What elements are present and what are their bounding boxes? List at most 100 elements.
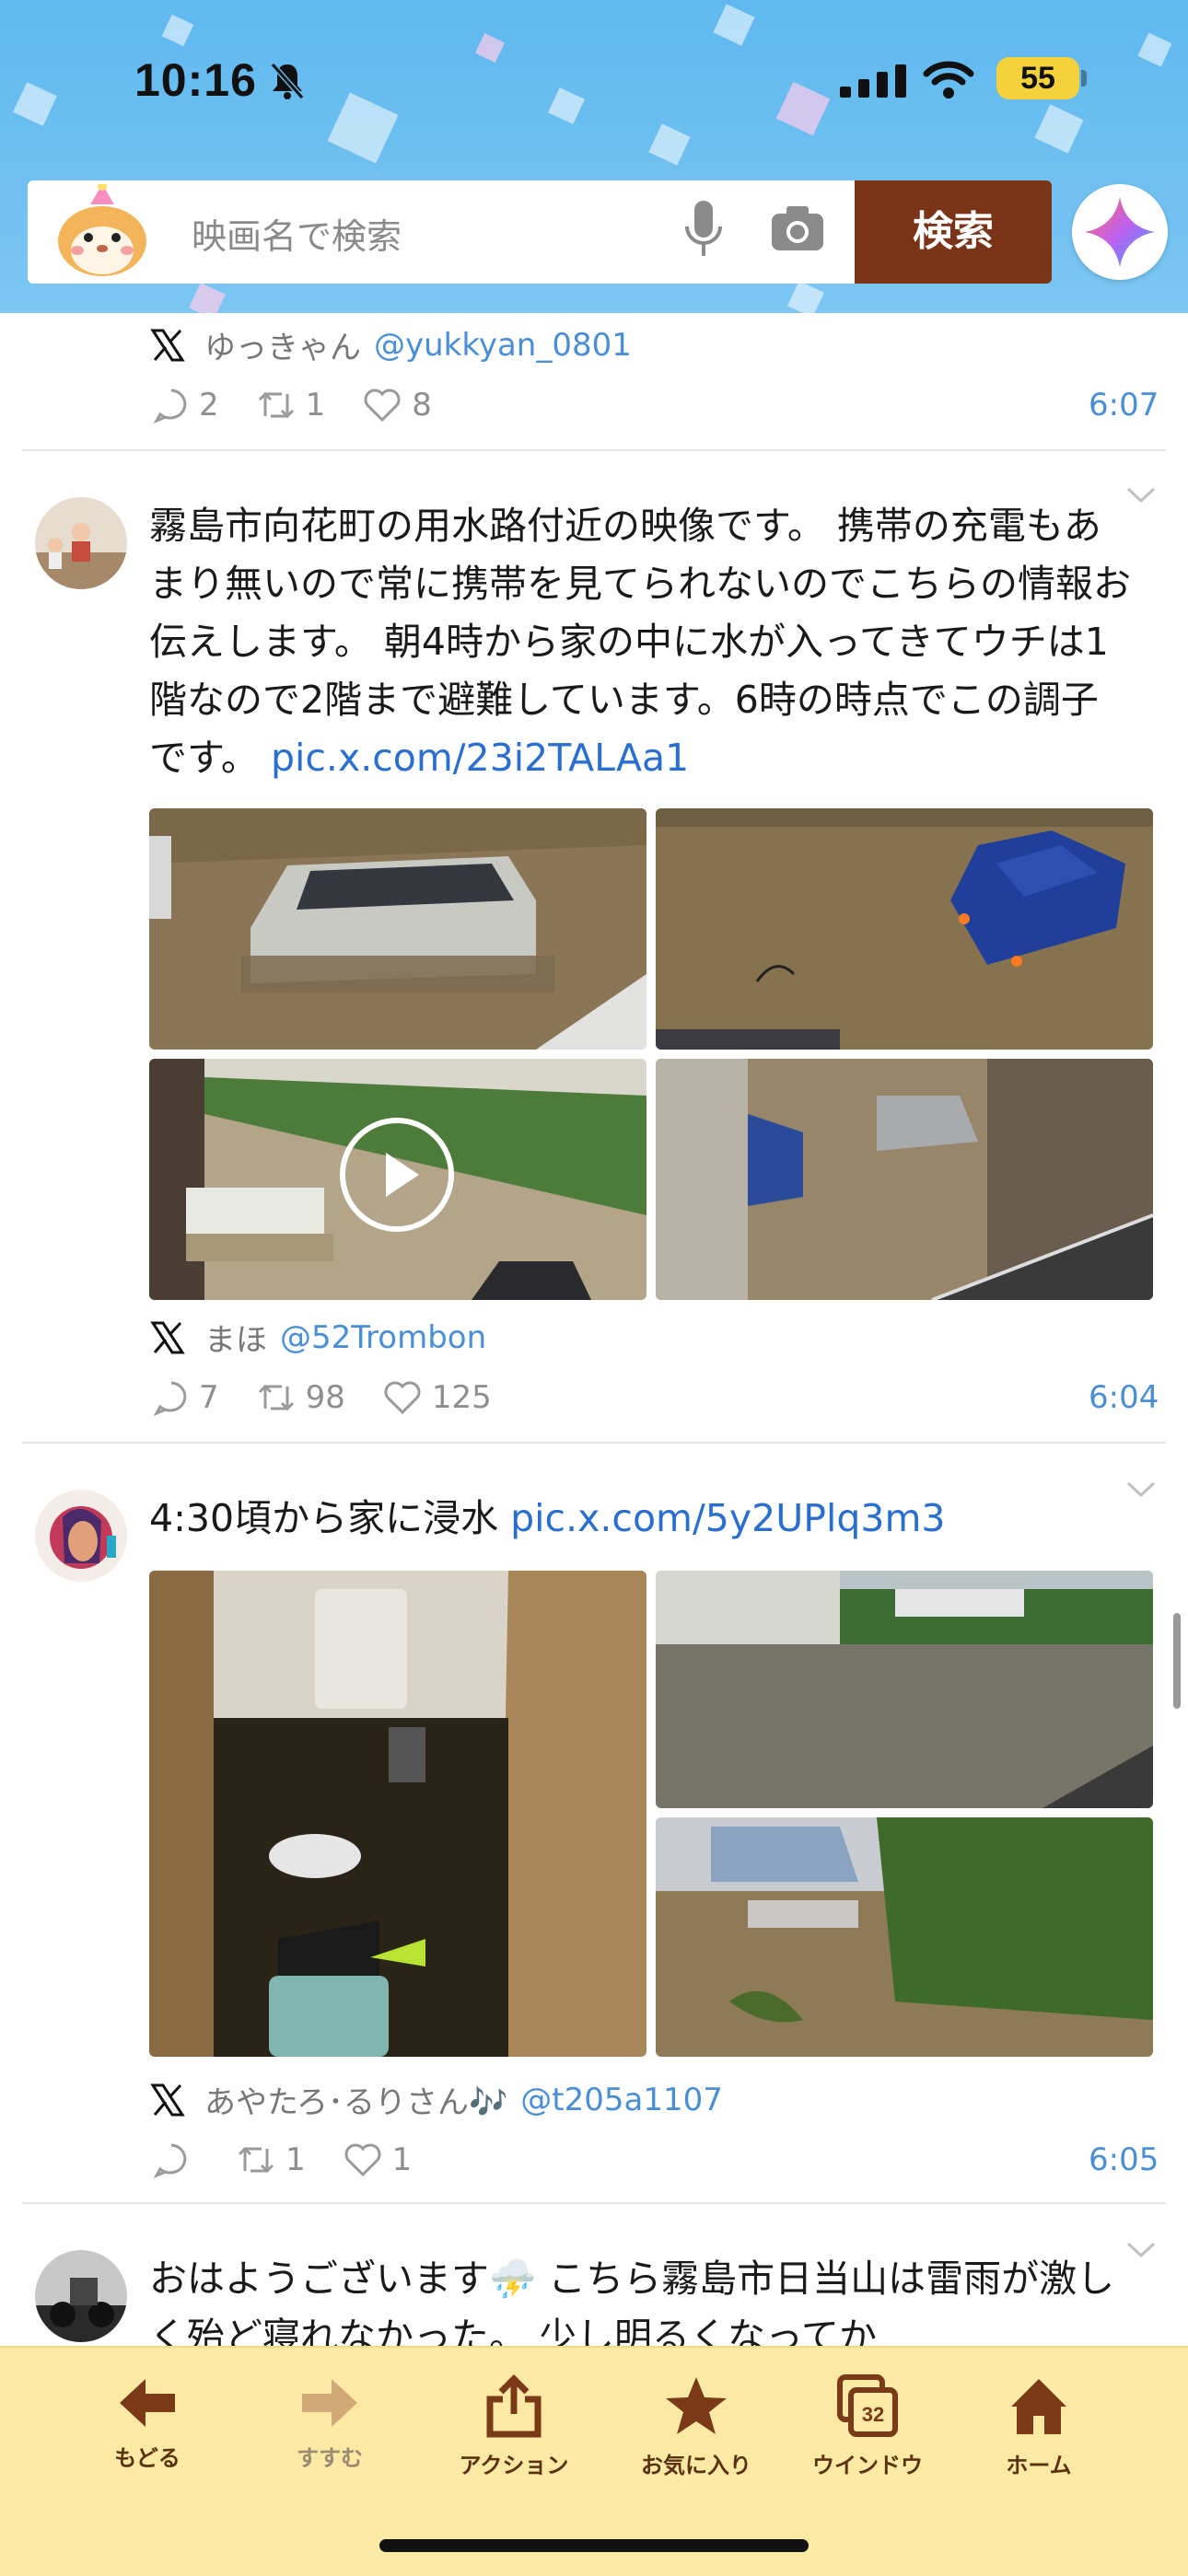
flooded-van-image [149, 808, 646, 1050]
battery-level: 55 [996, 57, 1079, 99]
avatar[interactable] [35, 2250, 127, 2342]
play-button[interactable] [340, 1118, 454, 1232]
like-action[interactable]: 125 [382, 1379, 492, 1416]
search-button[interactable]: 検索 [855, 180, 1052, 284]
post-image[interactable] [656, 1571, 1153, 1808]
post-image[interactable] [149, 808, 646, 1050]
post-source[interactable]: まほ @52Trombon [149, 1315, 486, 1360]
browser-header: 10:16 55 映画名で検索 検索 [0, 0, 1188, 313]
post-divider [22, 1442, 1166, 1444]
heart-icon [344, 2143, 381, 2177]
avatar[interactable] [35, 1490, 127, 1582]
repost-icon [238, 2146, 274, 2174]
arrow-right-icon [302, 2379, 357, 2427]
author-handle[interactable]: @52Trombon [280, 1319, 486, 1356]
sparkle-icon [1085, 197, 1155, 267]
author-handle[interactable]: @t205a1107 [520, 2082, 723, 2118]
author-handle[interactable]: @yukkyan_0801 [374, 327, 632, 364]
post-time[interactable]: 6:04 [1089, 1379, 1159, 1416]
heart-icon [364, 389, 401, 423]
back-label: もどる [114, 2445, 181, 2471]
repost-icon [258, 1384, 294, 1411]
avatar-image [35, 1490, 127, 1582]
reply-count: 7 [199, 1379, 219, 1416]
post-actions: 2 1 8 [153, 387, 469, 424]
post-source[interactable]: ゆっきゃん @yukkyan_0801 [149, 322, 632, 367]
author-name: ゆっきゃん [204, 330, 361, 366]
like-action[interactable]: 1 [343, 2141, 413, 2178]
ai-assistant-button[interactable] [1072, 184, 1168, 280]
post-body: 4:30頃から家に浸水 pic.x.com/5y2UPlq3m3 [149, 1490, 1135, 1548]
confetti-decoration [548, 87, 585, 124]
avatar[interactable] [35, 497, 127, 589]
flooded-entryway-image [149, 1571, 646, 2057]
post-text: 4:30頃から家に浸水 [149, 1496, 499, 1540]
repost-action[interactable]: 98 [256, 1379, 345, 1416]
forward-button[interactable]: すすむ [256, 2373, 403, 2472]
action-button[interactable]: アクション [440, 2373, 588, 2479]
x-logo-icon [150, 1321, 185, 1353]
reply-action[interactable]: 2 [153, 387, 219, 424]
home-button[interactable]: ホーム [965, 2373, 1112, 2479]
post-image[interactable] [656, 1817, 1153, 2057]
repost-count: 1 [285, 2141, 306, 2178]
reply-icon [153, 1381, 187, 1416]
scrollbar[interactable] [1173, 1613, 1181, 1709]
avatar-image [35, 497, 127, 589]
share-icon [486, 2374, 542, 2438]
confetti-decoration [475, 33, 505, 63]
wifi-icon [923, 61, 974, 99]
post-text: おはようございます⛈️ こちら霧島市日当山は雷雨が激しく殆ど寝れなかった。 少し… [149, 2257, 1115, 2359]
repost-count: 1 [305, 387, 326, 424]
like-count: 1 [391, 2141, 413, 2178]
status-time: 10:16 [134, 54, 257, 106]
window-count: 32 [862, 2403, 884, 2426]
home-label: ホーム [1006, 2453, 1072, 2478]
x-logo-icon [150, 329, 185, 361]
post-link[interactable]: pic.x.com/23i2TALAa1 [271, 736, 689, 780]
post-actions: 7 98 125 [153, 1379, 529, 1416]
home-icon [1011, 2379, 1066, 2434]
confetti-decoration [13, 82, 57, 126]
post-divider [22, 2202, 1166, 2204]
repost-icon [258, 391, 294, 419]
search-placeholder: 映画名で検索 [192, 216, 402, 257]
author-name: まほ [204, 1322, 267, 1359]
confetti-decoration [189, 283, 226, 313]
post-image[interactable] [656, 1059, 1153, 1300]
confetti-decoration [775, 81, 831, 136]
back-button[interactable]: もどる [74, 2373, 221, 2472]
action-label: アクション [459, 2453, 569, 2478]
favorites-label: お気に入り [641, 2453, 751, 2478]
post-image[interactable] [149, 1571, 646, 2057]
like-count: 8 [412, 387, 432, 424]
repost-action[interactable]: 1 [236, 2141, 306, 2178]
hamster-mascot-icon [58, 184, 146, 276]
post-source[interactable]: あやたろ･るりさん🎶 @t205a1107 [149, 2077, 723, 2122]
post-link[interactable]: pic.x.com/5y2UPlq3m3 [510, 1496, 945, 1540]
confetti-decoration [1137, 32, 1172, 67]
repost-action[interactable]: 1 [256, 387, 326, 424]
reply-action[interactable]: 7 [153, 1379, 219, 1416]
battery-tip [1081, 70, 1087, 87]
confetti-decoration [161, 14, 194, 47]
search-field[interactable]: 映画名で検索 [28, 180, 856, 284]
like-action[interactable]: 8 [362, 387, 432, 424]
microphone-icon[interactable] [683, 199, 724, 263]
reply-action[interactable] [153, 2141, 199, 2178]
like-count: 125 [431, 1379, 492, 1416]
favorites-button[interactable]: お気に入り [623, 2373, 770, 2479]
home-indicator[interactable] [379, 2539, 809, 2552]
flooded-parking-image [656, 1059, 1153, 1300]
flooded-garden-image [656, 1817, 1153, 2057]
heart-icon [384, 1381, 421, 1415]
star-icon [666, 2377, 727, 2434]
post-time[interactable]: 6:07 [1089, 387, 1159, 424]
x-logo-icon [150, 2083, 185, 2116]
post-actions: 1 1 [153, 2141, 448, 2178]
windows-button[interactable]: 32 ウインドウ [794, 2373, 941, 2479]
confetti-decoration [327, 92, 399, 164]
post-time[interactable]: 6:05 [1089, 2141, 1159, 2178]
post-image[interactable] [656, 808, 1153, 1050]
camera-icon[interactable] [770, 204, 825, 252]
